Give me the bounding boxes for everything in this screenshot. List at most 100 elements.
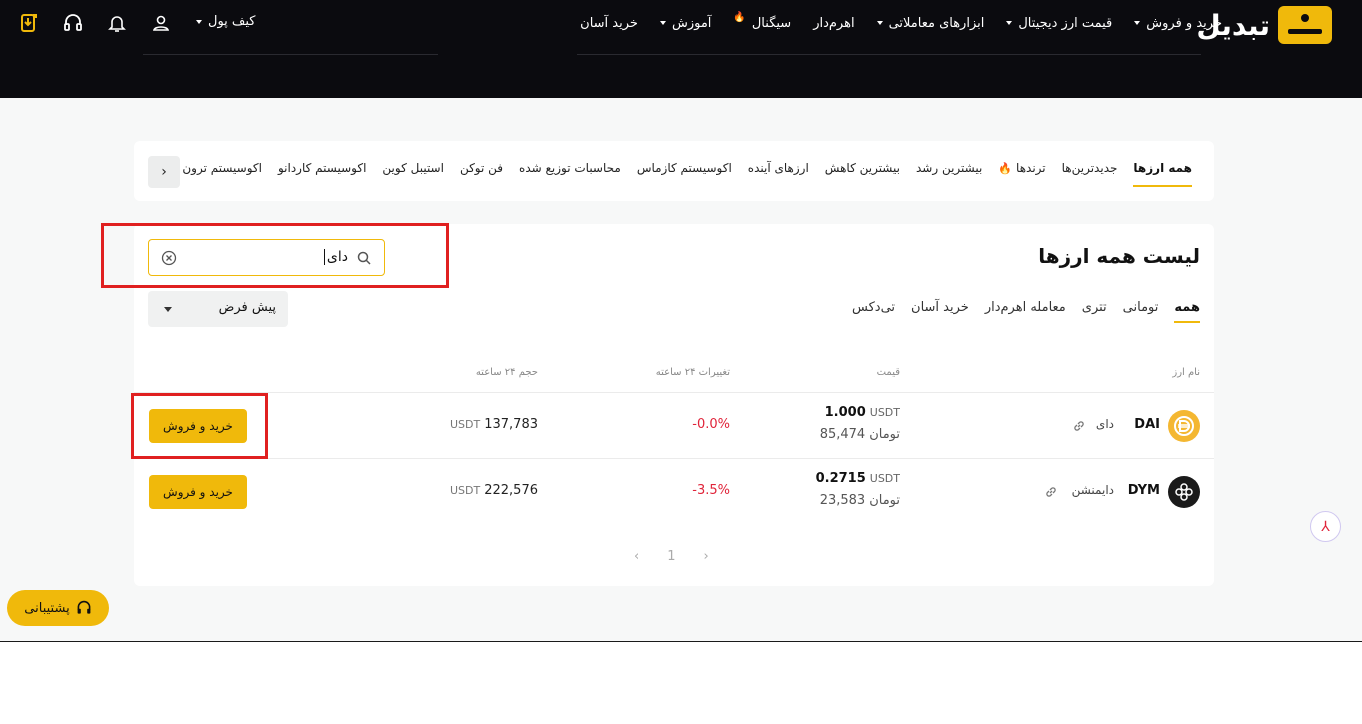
market-tab-all[interactable]: همه [1174,300,1200,323]
sort-select[interactable]: پیش فرض [148,291,288,327]
pager-next-button[interactable]: › [703,549,708,564]
link-icon[interactable] [1044,485,1058,499]
buy-sell-button[interactable]: خرید و فروش [149,475,247,509]
price-toman: تومان 23,583 [820,493,900,508]
wallet-label: کیف پول [208,14,256,29]
volume-value: 137,783 [484,417,538,432]
headset-icon[interactable] [62,12,84,34]
support-button[interactable]: پشتیبانی [7,590,109,626]
nav-item-crypto-price[interactable]: قیمت ارز دیجیتال [1006,16,1112,31]
tab-newest[interactable]: جدیدترین‌ها [1062,161,1118,175]
nav-label: قیمت ارز دیجیتال [1018,15,1113,31]
logo-mark-icon [1278,6,1332,44]
chevron-down-icon [1006,21,1013,25]
toman-value: 23,583 [819,493,866,508]
coin-name: دای [1095,417,1114,431]
volume-unit: USDT [450,418,481,431]
toman-unit: تومان [869,493,900,508]
sort-selected-value: پیش فرض [218,300,276,315]
wallet-divider [143,54,438,55]
volume-24h: USDT 137,783 [450,417,538,432]
tab-cosmos-ecosystem[interactable]: اکوسیستم کازماس [637,161,732,175]
page: تبدیل خرید و فروش قیمت ارز دیجیتال ابزار… [0,0,1362,724]
tab-trends-label: ترندها [1016,161,1046,175]
link-icon[interactable] [1072,419,1086,433]
volume-value: 222,576 [484,483,538,498]
page-title: لیست همه ارزها [1038,244,1200,268]
market-tab-leverage[interactable]: معامله اهرم‌دار [985,300,1066,315]
nav-item-trading-tools[interactable]: ابزارهای معاملاتی [876,15,985,31]
wallet-menu[interactable]: کیف پول [196,14,255,29]
volume-unit: USDT [450,484,481,497]
dai-coin-icon [1168,410,1200,442]
market-tab-easy-buy[interactable]: خرید آسان [911,300,969,315]
bell-icon[interactable] [106,12,128,34]
tab-tron-ecosystem[interactable]: اکوسیستم ترون [182,161,262,175]
main-nav: خرید و فروش قیمت ارز دیجیتال ابزارهای مع… [580,12,1222,34]
buy-button-highlight-box [131,393,268,459]
tab-all-coins[interactable]: همه ارزها [1133,161,1192,187]
tab-top-gainers[interactable]: بیشترین رشد [916,161,982,175]
nav-item-easy-buy[interactable]: خرید آسان [580,16,638,31]
support-label: پشتیبانی [24,600,70,616]
toman-unit: تومان [869,427,900,442]
change-24h: -3.5% [692,483,730,498]
tab-future-coins[interactable]: ارزهای آینده [748,161,809,175]
category-tabs-card: همه ارزها جدیدترین‌ها ترندها 🔥 بیشترین ر… [134,141,1214,201]
price-value: 0.2715 [815,471,866,486]
pager-prev-button[interactable]: ‹ [634,549,639,564]
nav-label: اهرم‌دار [813,15,855,31]
column-header-change: تغییرات ۲۴ ساعته [655,367,730,378]
table-row[interactable]: DYM دایمنشن 0.2715 USDT تومان 23,583 -3.… [134,459,1214,525]
coin-name: دایمنشن [1071,483,1114,497]
volume-24h: USDT 222,576 [450,483,538,498]
nav-label: ابزارهای معاملاتی [888,15,985,31]
change-24h: -0.0% [692,417,730,432]
nav-item-leverage[interactable]: اهرم‌دار [813,16,854,31]
coin-symbol: DYM [1127,483,1160,498]
pager-page-1[interactable]: 1 [667,549,675,564]
column-header-price: قیمت [876,367,900,378]
search-highlight-box [101,223,449,288]
chevron-down-icon [164,307,172,312]
tab-trends[interactable]: ترندها 🔥 [998,161,1045,175]
nav-label: آموزش [671,15,712,31]
price-unit: USDT [869,406,900,419]
dym-coin-icon [1168,476,1200,508]
tab-cardano-ecosystem[interactable]: اکوسیستم کاردانو [278,161,366,175]
flame-icon: 🔥 [998,161,1013,175]
market-tab-tdex[interactable]: تی‌دکس [852,300,895,315]
tab-top-losers[interactable]: بیشترین کاهش [825,161,900,175]
nav-label: سیگنال [751,15,792,31]
market-tabs: همه تومانی تتری معامله اهرم‌دار خرید آسا… [852,300,1200,323]
column-header-volume: حجم ۲۴ ساعته [475,367,538,378]
tabs-scroll-button[interactable]: › [148,156,180,188]
category-tabs: همه ارزها جدیدترین‌ها ترندها 🔥 بیشترین ر… [182,161,1192,187]
user-icon[interactable] [150,12,172,34]
chevron-down-icon [1134,21,1141,25]
tab-stablecoin[interactable]: استیبل کوین [382,161,444,175]
chevron-down-icon [659,21,666,25]
flame-icon: 🔥 [733,11,746,23]
price-usdt: 0.2715 USDT [816,471,900,486]
bottom-divider [0,641,1362,642]
top-header: تبدیل خرید و فروش قیمت ارز دیجیتال ابزار… [0,0,1362,98]
pagination: ‹ 1 › [634,549,709,564]
tab-distributed-computing[interactable]: محاسبات توزیع شده [519,161,621,175]
nav-label: خرید و فروش [1146,15,1222,31]
tab-fan-token[interactable]: فن توکن [460,161,503,175]
toman-value: 85,474 [819,427,866,442]
market-tab-tether[interactable]: تتری [1082,300,1107,315]
chevron-down-icon [196,19,202,24]
nav-item-signal[interactable]: سیگنال 🔥 [733,12,792,31]
download-app-icon[interactable] [18,12,40,34]
price-toman: تومان 85,474 [820,427,900,442]
nav-item-buy-sell[interactable]: خرید و فروش [1134,16,1222,31]
column-header-name: نام ارز [1172,367,1200,378]
market-tab-toman[interactable]: تومانی [1123,300,1159,315]
table-row[interactable]: DAI دای 1.000 USDT تومان 85,474 -0.0% US… [134,393,1214,459]
nav-label: خرید آسان [580,15,638,31]
nav-item-education[interactable]: آموزش [659,15,712,31]
pdf-icon[interactable]: ⅄ [1310,511,1341,542]
nav-divider [577,54,1201,55]
